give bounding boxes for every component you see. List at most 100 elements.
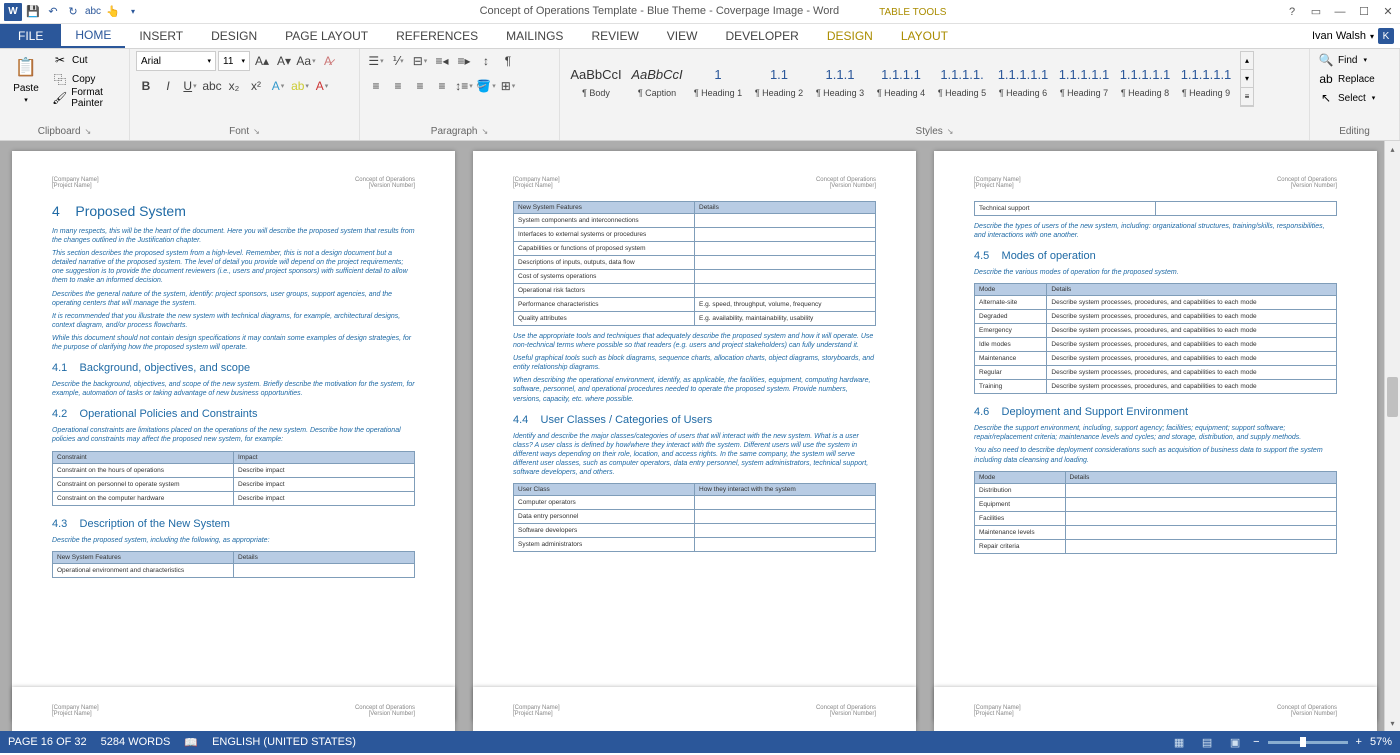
table-row[interactable]: Constraint on the computer hardwareDescr… [53,491,415,505]
print-layout-icon[interactable]: ▤ [1197,734,1217,750]
table-row[interactable]: TrainingDescribe system processes, proce… [975,380,1337,394]
table-row[interactable]: Capabilities or functions of proposed sy… [514,242,876,256]
sort-icon[interactable]: ↕ [476,51,496,71]
font-size-combo[interactable]: 11▾ [218,51,250,71]
read-mode-icon[interactable]: ▦ [1169,734,1189,750]
table-row[interactable]: DegradedDescribe system processes, proce… [975,310,1337,324]
style-item-heading-8[interactable]: 1.1.1.1.1¶ Heading 8 [1115,51,1175,107]
tab-table-layout[interactable]: LAYOUT [887,24,962,48]
close-icon[interactable]: ✕ [1380,4,1396,20]
tab-review[interactable]: REVIEW [577,24,652,48]
table-row[interactable]: Idle modesDescribe system processes, pro… [975,338,1337,352]
style-item-heading-7[interactable]: 1.1.1.1.1¶ Heading 7 [1054,51,1114,107]
tab-home[interactable]: HOME [61,24,125,48]
zoom-level[interactable]: 57% [1370,736,1392,748]
shrink-font-icon[interactable]: A▾ [274,51,294,71]
page-20[interactable]: [Company Name][Project Name] Concept of … [473,151,916,721]
scroll-up-icon[interactable]: ▴ [1385,141,1400,157]
table-row[interactable]: System components and interconnections [514,214,876,228]
text-effects-icon[interactable]: A [268,76,288,96]
tab-design[interactable]: DESIGN [197,24,271,48]
styles-launcher[interactable]: ↘ [947,127,954,136]
clipboard-launcher[interactable]: ↘ [85,127,92,136]
table-row[interactable]: RegularDescribe system processes, proced… [975,366,1337,380]
features-table[interactable]: New System FeaturesDetailsOperational en… [52,551,415,578]
style-gallery[interactable]: AaBbCcI¶ BodyAaBbCcI¶ Caption1¶ Heading … [566,51,1236,107]
user-name[interactable]: Ivan Walsh [1312,30,1366,42]
table-row[interactable]: Maintenance levels [975,525,1337,539]
table-row[interactable]: System administrators [514,538,876,552]
page-22[interactable]: [Company Name][Project Name] Concept of … [12,687,455,731]
select-button[interactable]: ↖Select▾ [1316,89,1377,107]
table-row[interactable]: Quality attributesE.g. availability, mai… [514,312,876,326]
page-24[interactable]: [Company Name][Project Name] Concept of … [934,687,1377,731]
replace-button[interactable]: abReplace [1316,70,1377,88]
zoom-slider[interactable] [1268,741,1348,744]
change-case-icon[interactable]: Aa [296,51,316,71]
highlight-icon[interactable]: ab [290,76,310,96]
page-23[interactable]: [Company Name][Project Name] Concept of … [473,687,916,731]
show-marks-icon[interactable]: ¶ [498,51,518,71]
features-table-contd[interactable]: New System FeaturesDetailsSystem compone… [513,201,876,326]
modes-table[interactable]: ModeDetailsAlternate-siteDescribe system… [974,283,1337,394]
bold-icon[interactable]: B [136,76,156,96]
table-row[interactable]: Alternate-siteDescribe system processes,… [975,296,1337,310]
ribbon-display-icon[interactable]: ▭ [1308,4,1324,20]
table-row[interactable]: Equipment [975,497,1337,511]
file-tab[interactable]: FILE [0,24,61,48]
undo-icon[interactable]: ↶ [44,3,62,21]
tab-table-design[interactable]: DESIGN [813,24,887,48]
cut-button[interactable]: ✂Cut [50,51,123,69]
justify-icon[interactable]: ≡ [432,76,452,96]
table-row[interactable]: Operational risk factors [514,284,876,298]
numbering-icon[interactable]: ⅟ [388,51,408,71]
touch-mode-icon[interactable]: 👆 [104,3,122,21]
superscript-icon[interactable]: x² [246,76,266,96]
zoom-out-icon[interactable]: − [1253,736,1259,748]
scroll-thumb[interactable] [1387,377,1398,417]
tech-support-table[interactable]: Technical support [974,201,1337,216]
align-center-icon[interactable]: ≡ [388,76,408,96]
page-21[interactable]: [Company Name][Project Name] Concept of … [934,151,1377,721]
qat-customize-icon[interactable]: ▾ [124,3,142,21]
table-row[interactable]: Operational environment and characterist… [53,563,415,577]
style-item-heading-6[interactable]: 1.1.1.1.1¶ Heading 6 [993,51,1053,107]
tab-insert[interactable]: INSERT [125,24,197,48]
align-right-icon[interactable]: ≡ [410,76,430,96]
table-row[interactable]: Constraint on personnel to operate syste… [53,477,415,491]
italic-icon[interactable]: I [158,76,178,96]
subscript-icon[interactable]: x₂ [224,76,244,96]
table-row[interactable]: Data entry personnel [514,510,876,524]
redo-icon[interactable]: ↻ [64,3,82,21]
table-row[interactable]: Technical support [975,202,1337,216]
multilevel-icon[interactable]: ⊟ [410,51,430,71]
style-item-heading-3[interactable]: 1.1.1¶ Heading 3 [810,51,870,107]
grow-font-icon[interactable]: A▴ [252,51,272,71]
vertical-scrollbar[interactable]: ▴ ▾ [1384,141,1400,731]
table-row[interactable]: Software developers [514,524,876,538]
style-item-caption[interactable]: AaBbCcI¶ Caption [627,51,687,107]
decrease-indent-icon[interactable]: ≡◂ [432,51,452,71]
align-left-icon[interactable]: ≡ [366,76,386,96]
language-indicator[interactable]: ENGLISH (UNITED STATES) [212,736,356,748]
style-item-heading-9[interactable]: 1.1.1.1.1¶ Heading 9 [1176,51,1236,107]
bullets-icon[interactable]: ☰ [366,51,386,71]
word-count[interactable]: 5284 WORDS [101,736,171,748]
spell-check-icon[interactable]: abc [84,3,102,21]
underline-icon[interactable]: U [180,76,200,96]
style-item-heading-2[interactable]: 1.1¶ Heading 2 [749,51,809,107]
font-name-combo[interactable]: Arial▾ [136,51,216,71]
copy-button[interactable]: ⿻Copy [50,70,123,88]
table-row[interactable]: Descriptions of inputs, outputs, data fl… [514,256,876,270]
gallery-more-icon[interactable]: ≡ [1241,88,1253,106]
style-item-body[interactable]: AaBbCcI¶ Body [566,51,626,107]
user-class-table[interactable]: User ClassHow they interact with the sys… [513,483,876,552]
zoom-in-icon[interactable]: + [1356,736,1362,748]
font-color-icon[interactable]: A [312,76,332,96]
page-19[interactable]: [Company Name][Project Name] Concept of … [12,151,455,721]
increase-indent-icon[interactable]: ≡▸ [454,51,474,71]
page-indicator[interactable]: PAGE 16 OF 32 [8,736,87,748]
gallery-scroll[interactable]: ▴ ▾ ≡ [1240,51,1254,107]
table-row[interactable]: Facilities [975,511,1337,525]
gallery-down-icon[interactable]: ▾ [1241,70,1253,88]
